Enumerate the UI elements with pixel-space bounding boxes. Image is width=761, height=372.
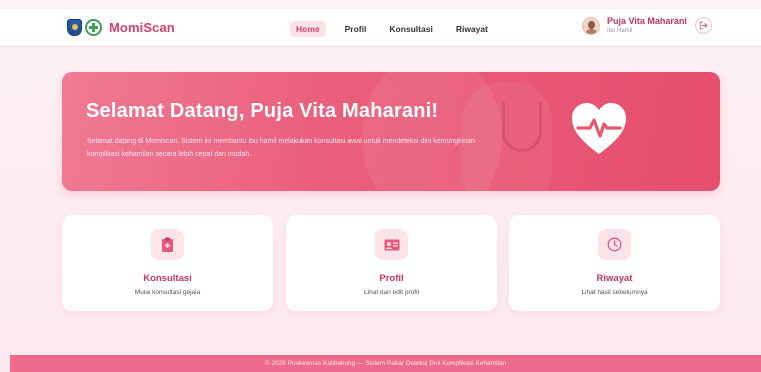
card-profil[interactable]: Profil Lihat dan edit profil	[286, 215, 497, 311]
card-icon-wrapper	[375, 229, 408, 260]
clipboard-icon	[162, 237, 173, 252]
welcome-title: Selamat Datang, Puja Vita Maharani!	[86, 100, 439, 122]
card-icon-wrapper	[598, 229, 631, 260]
brand-name: MomiScan	[109, 20, 175, 35]
heartbeat-icon	[570, 102, 628, 161]
logout-button[interactable]	[694, 17, 712, 34]
logout-icon	[699, 21, 708, 30]
user-name: Puja Vita Maharani	[607, 16, 687, 26]
health-cross-logo-icon	[85, 19, 102, 36]
brand[interactable]: MomiScan	[67, 19, 175, 36]
regency-logo-icon	[67, 19, 82, 36]
card-description: Lihat dan edit profil	[364, 289, 419, 296]
card-riwayat[interactable]: Riwayat Lihat hasil sebelumnya	[509, 215, 720, 311]
id-card-icon	[384, 239, 399, 250]
avatar[interactable]	[582, 16, 600, 35]
card-konsultasi[interactable]: Konsultasi Mulai konsultasi gejala	[62, 215, 273, 311]
footer: © 2026 Puskesmas Kalibakung — Sistem Pak…	[10, 355, 761, 372]
user-info: Puja Vita Maharani Ibu Hamil	[607, 16, 687, 35]
nav-konsultasi[interactable]: Konsultasi	[387, 21, 434, 37]
user-menu: Puja Vita Maharani Ibu Hamil	[582, 16, 712, 35]
welcome-description: Selamat datang di Momiscan. Sistem ini m…	[87, 138, 475, 158]
main-nav: Home Profil Konsultasi Riwayat	[290, 21, 509, 37]
nav-home[interactable]: Home	[290, 21, 326, 37]
stethoscope-decoration	[502, 102, 542, 152]
welcome-banner: Selamat Datang, Puja Vita Maharani! Sela…	[62, 72, 720, 191]
nav-riwayat[interactable]: Riwayat	[454, 21, 490, 37]
card-icon-wrapper	[151, 229, 184, 260]
card-description: Mulai konsultasi gejala	[134, 289, 201, 296]
top-navbar: MomiScan Home Profil Konsultasi Riwayat …	[0, 9, 761, 47]
card-title: Konsultasi	[143, 273, 192, 284]
user-role: Ibu Hamil	[607, 28, 633, 34]
card-description: Lihat hasil sebelumnya	[581, 289, 648, 296]
clock-icon	[607, 237, 622, 252]
card-title: Riwayat	[596, 273, 633, 284]
card-title: Profil	[379, 273, 404, 284]
nav-profil[interactable]: Profil	[343, 21, 369, 37]
